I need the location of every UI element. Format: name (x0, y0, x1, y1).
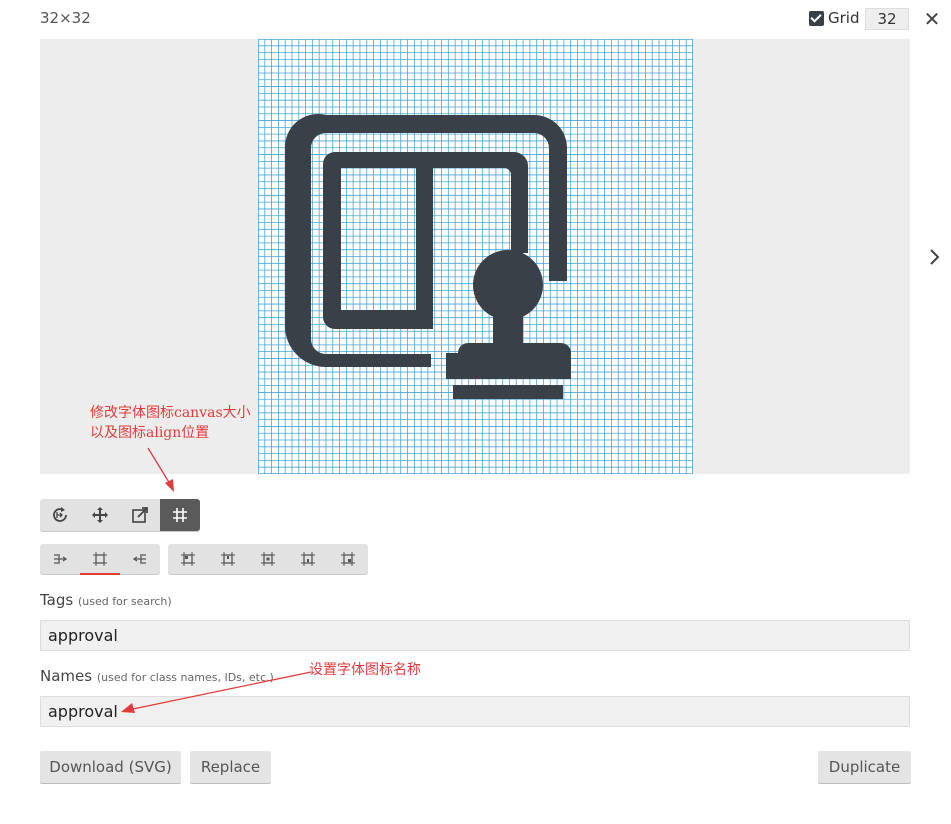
next-icon[interactable] (926, 246, 942, 268)
tags-hint: (used for search) (78, 595, 172, 608)
vertical-align-toolbar (168, 544, 368, 574)
name-annotation: 设置字体图标名称 (309, 662, 421, 678)
grid-align-button[interactable] (160, 499, 200, 531)
grid-align-icon (173, 508, 187, 522)
grid-size-input[interactable] (865, 8, 909, 30)
align-top-button[interactable] (208, 544, 248, 574)
align-middle-icon (261, 552, 275, 566)
align-bottom-right-icon (341, 552, 355, 566)
transform-toolbar (40, 499, 200, 531)
grid-toggle[interactable]: Grid (809, 9, 859, 27)
resize-icon (132, 507, 148, 523)
horizontal-align-toolbar (40, 544, 160, 575)
duplicate-button[interactable]: Duplicate (818, 751, 911, 783)
align-bottom-icon (301, 552, 315, 566)
align-center-button[interactable] (80, 544, 120, 575)
align-left-icon (54, 554, 68, 564)
reset-button[interactable] (40, 499, 80, 531)
selected-indicator (80, 573, 120, 575)
download-svg-button[interactable]: Download (SVG) (40, 751, 181, 783)
annotation-arrow (147, 447, 174, 492)
approval-icon (284, 114, 571, 399)
align-center-icon (93, 552, 107, 566)
align-left-button[interactable] (40, 544, 80, 574)
move-icon (92, 507, 108, 523)
replace-button[interactable]: Replace (190, 751, 271, 783)
align-right-icon (132, 554, 146, 564)
reset-icon (53, 507, 67, 522)
align-top-left-icon (181, 552, 195, 566)
grid-label: Grid (828, 9, 860, 27)
resize-button[interactable] (120, 499, 160, 531)
tags-label-text: Tags (40, 591, 74, 609)
names-label-text: Names (40, 667, 93, 685)
grid-checkbox[interactable] (809, 10, 824, 26)
align-top-icon (221, 552, 235, 566)
canvas-annotation-line1: 修改字体图标canvas大小 (90, 405, 251, 421)
name-annotation-arrow (121, 671, 312, 713)
align-bottom-right-button[interactable] (328, 544, 368, 574)
align-middle-button[interactable] (248, 544, 288, 574)
icon-size-title: 32×32 (40, 9, 91, 27)
align-top-left-button[interactable] (168, 544, 208, 574)
close-icon: ✕ (923, 7, 941, 31)
align-right-button[interactable] (120, 544, 160, 574)
tags-label: Tags (used for search) (40, 591, 172, 609)
canvas-annotation-line2: 以及图标align位置 (90, 425, 210, 441)
move-button[interactable] (80, 499, 120, 531)
icon-grid-canvas[interactable] (258, 39, 693, 474)
close-button[interactable]: ✕ (922, 8, 942, 30)
canvas-annotation: 修改字体图标canvas大小 以及图标align位置 (90, 403, 251, 443)
tags-input[interactable] (40, 620, 910, 651)
align-bottom-button[interactable] (288, 544, 328, 574)
